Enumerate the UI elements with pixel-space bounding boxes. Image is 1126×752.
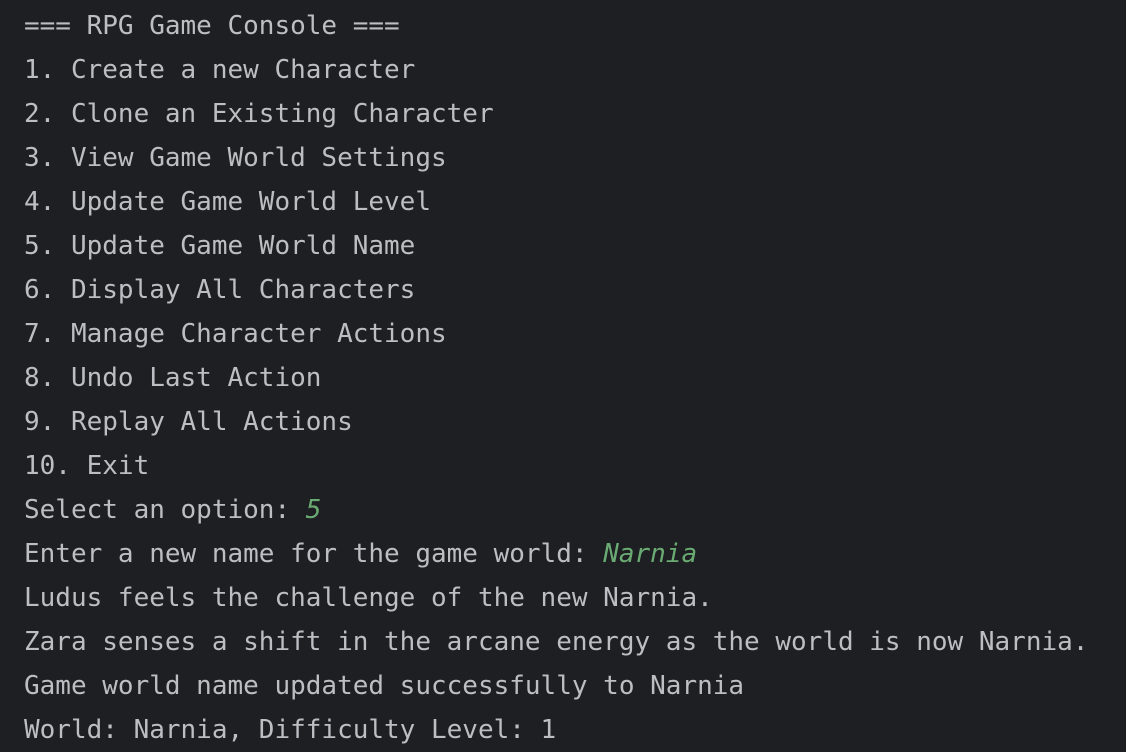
output-line-world-status: World: Narnia, Difficulty Level: 1 xyxy=(24,715,557,745)
select-option-prompt: Select an option: xyxy=(24,495,306,525)
menu-item-update-level: 4. Update Game World Level xyxy=(24,187,431,217)
world-name-line: Enter a new name for the game world: Nar… xyxy=(24,532,1126,576)
output-line-ludus: Ludus feels the challenge of the new Nar… xyxy=(24,583,713,613)
world-name-prompt: Enter a new name for the game world: xyxy=(24,539,604,569)
output-line-updated: Game world name updated successfully to … xyxy=(24,671,745,701)
menu-item-manage-actions: 7. Manage Character Actions xyxy=(24,319,447,349)
console-title: === RPG Game Console === xyxy=(24,11,400,41)
menu-item-update-name: 5. Update Game World Name xyxy=(24,231,416,261)
menu-item-undo-action: 8. Undo Last Action xyxy=(24,363,322,393)
menu-item-create-character: 1. Create a new Character xyxy=(24,55,416,85)
world-name-input: Narnia xyxy=(603,539,698,569)
menu-item-display-characters: 6. Display All Characters xyxy=(24,275,416,305)
menu-item-clone-character: 2. Clone an Existing Character xyxy=(24,99,494,129)
select-option-line: Select an option: 5 xyxy=(24,488,1126,532)
output-line-zara: Zara senses a shift in the arcane energy… xyxy=(24,627,1089,657)
select-option-input: 5 xyxy=(305,495,322,525)
menu-item-replay-actions: 9. Replay All Actions xyxy=(24,407,353,437)
menu-item-exit: 10. Exit xyxy=(24,451,150,481)
console-output[interactable]: === RPG Game Console === 1. Create a new… xyxy=(0,0,1126,752)
menu-item-view-settings: 3. View Game World Settings xyxy=(24,143,447,173)
